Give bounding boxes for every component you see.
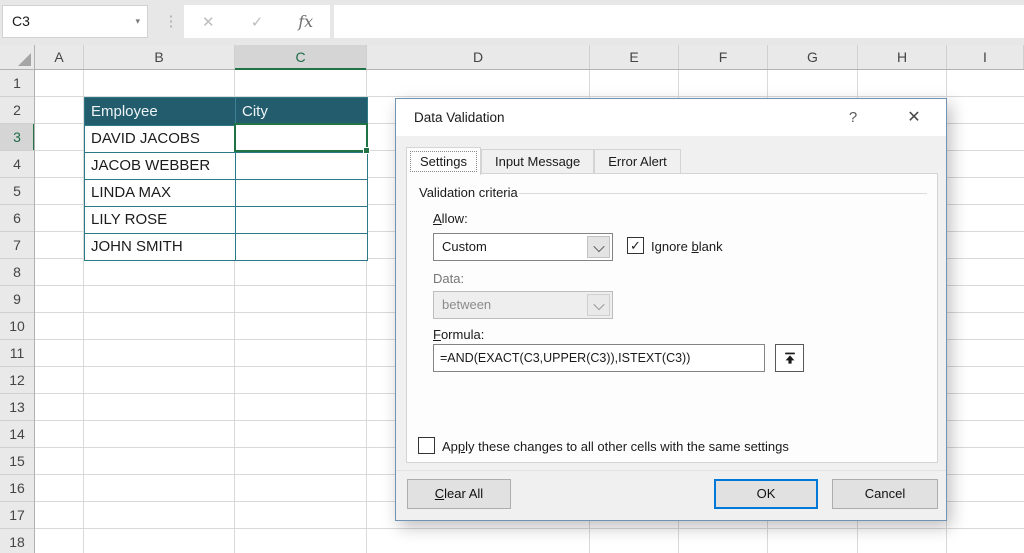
settings-tab-page: Validation criteria Allow: Custom ✓ Igno… (406, 173, 938, 463)
name-box[interactable]: C3 ▾ (2, 5, 148, 38)
clear-all-button[interactable]: Clear All (407, 479, 511, 509)
row-header-9[interactable]: 9 (0, 286, 34, 313)
tab-settings[interactable]: Settings (406, 147, 481, 175)
select-all-button[interactable] (0, 45, 35, 70)
row-header-12[interactable]: 12 (0, 367, 34, 394)
name-box-value: C3 (12, 13, 30, 29)
select-all-triangle-icon (18, 53, 31, 66)
data-dropdown: between (433, 291, 613, 319)
row-header-5[interactable]: 5 (0, 178, 34, 205)
table-header-city[interactable]: City (235, 98, 367, 125)
table-header-row: Employee City (85, 98, 367, 125)
row-header-17[interactable]: 17 (0, 502, 34, 529)
cell-employee[interactable]: JOHN SMITH (85, 234, 235, 260)
confirm-entry-icon[interactable]: ✓ (233, 13, 282, 31)
row-header-11[interactable]: 11 (0, 340, 34, 367)
row-headers: 123456789101112131415161718 (0, 70, 35, 553)
column-header-A[interactable]: A (35, 45, 84, 69)
data-dropdown-value: between (442, 292, 491, 318)
column-header-F[interactable]: F (679, 45, 768, 69)
table-header-employee[interactable]: Employee (85, 98, 235, 125)
tab-input-message-label: Input Message (495, 154, 580, 169)
data-dropdown-button (587, 294, 610, 316)
employee-city-table: Employee City DAVID JACOBSJACOB WEBBERLI… (84, 97, 368, 261)
cancel-button[interactable]: Cancel (832, 479, 938, 509)
table-row: LILY ROSE (85, 206, 367, 233)
row-header-10[interactable]: 10 (0, 313, 34, 340)
formula-bar-row: C3 ▾ ⋮ ✕ ✓ fx (0, 0, 1024, 45)
table-row: LINDA MAX (85, 179, 367, 206)
fill-handle[interactable] (363, 147, 370, 154)
row-header-3[interactable]: 3 (0, 124, 34, 151)
allow-dropdown-value: Custom (442, 234, 487, 260)
column-header-C[interactable]: C (235, 45, 367, 69)
cell-employee[interactable]: LILY ROSE (85, 207, 235, 233)
apply-changes-checkbox[interactable] (418, 437, 435, 454)
chevron-down-icon (593, 299, 604, 310)
dialog-tab-strip: Settings Input Message Error Alert (406, 146, 681, 174)
cell-employee[interactable]: DAVID JACOBS (85, 126, 235, 152)
cell-city[interactable] (235, 234, 367, 260)
row-header-14[interactable]: 14 (0, 421, 34, 448)
row-header-16[interactable]: 16 (0, 475, 34, 502)
ok-button[interactable]: OK (714, 479, 818, 509)
gridline (35, 528, 1024, 529)
row-header-2[interactable]: 2 (0, 97, 34, 124)
formula-bar-input[interactable] (334, 5, 1024, 38)
formula-field[interactable] (433, 344, 765, 372)
row-header-15[interactable]: 15 (0, 448, 34, 475)
collapse-dialog-button[interactable] (775, 344, 804, 372)
help-icon[interactable]: ? (838, 99, 868, 136)
column-headers: ABCDEFGHI (35, 45, 1024, 70)
column-header-I[interactable]: I (947, 45, 1024, 69)
row-header-6[interactable]: 6 (0, 205, 34, 232)
cell-employee[interactable]: LINDA MAX (85, 180, 235, 206)
row-header-4[interactable]: 4 (0, 151, 34, 178)
active-cell-C3[interactable] (234, 123, 368, 152)
cell-city[interactable] (235, 207, 367, 233)
allow-label: Allow: (433, 211, 468, 226)
formula-bar-separator-dots-icon: ⋮ (160, 5, 182, 38)
cell-employee[interactable]: JACOB WEBBER (85, 153, 235, 179)
tab-focus-rect (410, 151, 477, 172)
chevron-down-icon (593, 241, 604, 252)
column-header-G[interactable]: G (768, 45, 858, 69)
column-header-E[interactable]: E (590, 45, 679, 69)
ignore-blank-label: Ignore blank (651, 239, 723, 254)
table-row: JACOB WEBBER (85, 152, 367, 179)
validation-criteria-label: Validation criteria (419, 185, 518, 200)
ignore-blank-checkbox[interactable]: ✓ (627, 237, 644, 254)
column-header-D[interactable]: D (367, 45, 590, 69)
row-header-1[interactable]: 1 (0, 70, 34, 97)
column-header-B[interactable]: B (84, 45, 235, 69)
column-header-H[interactable]: H (858, 45, 947, 69)
dialog-title: Data Validation (414, 99, 505, 136)
data-label: Data: (433, 271, 464, 286)
formula-bar-buttons: ✕ ✓ fx (184, 5, 330, 38)
name-box-dropdown-icon[interactable]: ▾ (135, 6, 140, 37)
tab-error-alert-label: Error Alert (608, 154, 667, 169)
dialog-title-bar[interactable]: Data Validation ? ✕ (396, 99, 946, 136)
allow-dropdown-button[interactable] (587, 236, 610, 258)
tab-error-alert[interactable]: Error Alert (594, 149, 681, 174)
tab-input-message[interactable]: Input Message (481, 149, 594, 174)
row-header-7[interactable]: 7 (0, 232, 34, 259)
insert-function-icon[interactable]: fx (281, 12, 330, 31)
formula-label: Formula: (433, 327, 484, 342)
data-validation-dialog: Data Validation ? ✕ Settings Input Messa… (395, 98, 947, 521)
close-icon[interactable]: ✕ (896, 99, 932, 136)
cell-city[interactable] (235, 153, 367, 179)
row-header-13[interactable]: 13 (0, 394, 34, 421)
collapse-dialog-icon (782, 350, 798, 366)
excel-window: C3 ▾ ⋮ ✕ ✓ fx ABCDEFGHI 1234567891011121… (0, 0, 1024, 553)
allow-dropdown[interactable]: Custom (433, 233, 613, 261)
row-header-8[interactable]: 8 (0, 259, 34, 286)
row-header-18[interactable]: 18 (0, 529, 34, 553)
table-row: JOHN SMITH (85, 233, 367, 260)
group-divider (519, 193, 927, 194)
cancel-entry-icon[interactable]: ✕ (184, 13, 233, 31)
cell-city[interactable] (235, 180, 367, 206)
apply-changes-label: Apply these changes to all other cells w… (442, 439, 789, 454)
dialog-footer-divider (396, 470, 946, 471)
